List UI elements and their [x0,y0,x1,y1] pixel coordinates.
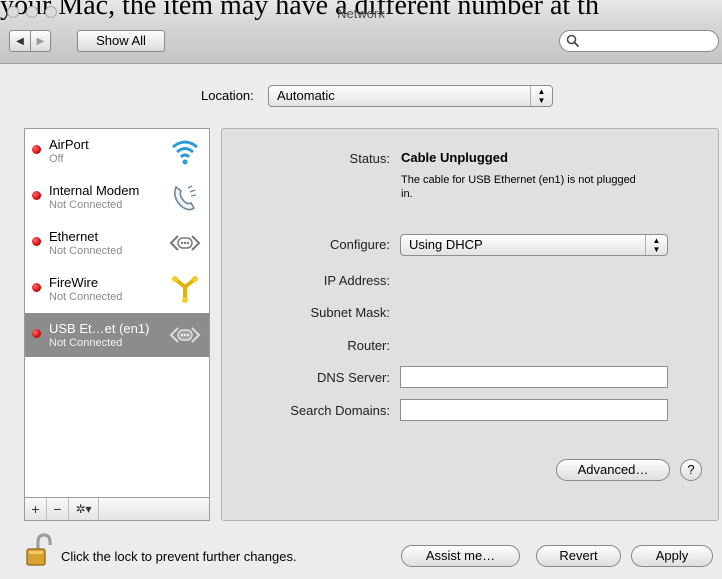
status-dot-icon [32,283,41,292]
service-item-airport[interactable]: AirPort Off [25,129,209,173]
service-list-controls: + − ✲▾ [24,497,210,521]
status-label: Status: [349,151,390,166]
service-item-usb-ethernet[interactable]: USB Et…et (en1) Not Connected [25,313,209,357]
search-icon [566,34,580,48]
phone-icon [174,185,197,211]
show-all-button[interactable]: Show All [77,30,165,52]
advanced-button[interactable]: Advanced… [556,459,670,481]
popup-arrows-icon: ▲ ▼ [530,86,552,106]
configure-value: Using DHCP [409,237,483,252]
dns-server-field[interactable] [400,366,668,388]
apply-button[interactable]: Apply [631,545,713,567]
service-item-internal-modem[interactable]: Internal Modem Not Connected [25,175,209,219]
status-description: The cable for USB Ethernet (en1) is not … [401,174,636,200]
lock-message: Click the lock to prevent further change… [61,549,297,564]
ip-address-label: IP Address: [323,273,390,288]
service-name: AirPort [49,137,89,152]
add-service-button[interactable]: + [25,498,47,520]
search-field[interactable] [559,30,719,52]
service-list: AirPort Off Internal Modem Not Connected… [24,128,210,521]
back-button[interactable]: ◀ [10,31,30,51]
gear-icon[interactable]: ✲▾ [69,498,99,520]
status-dot-icon [32,237,41,246]
service-name: FireWire [49,275,99,290]
dns-server-label: DNS Server: [317,370,390,385]
status-dot-icon [32,145,41,154]
forward-button[interactable]: ▶ [30,31,50,51]
search-domains-field[interactable] [400,399,668,421]
subnet-mask-label: Subnet Mask: [310,305,391,320]
service-item-firewire[interactable]: FireWire Not Connected [25,267,209,311]
service-status: Not Connected [49,199,123,211]
location-value: Automatic [277,88,335,103]
service-name: Internal Modem [49,183,140,198]
nav-segment: ◀ ▶ [9,30,51,52]
remove-service-button[interactable]: − [47,498,69,520]
assist-me-button[interactable]: Assist me… [401,545,520,567]
popup-arrows-icon: ▲ ▼ [645,235,667,255]
status-value: Cable Unplugged [401,150,508,165]
lock-icon[interactable] [24,533,54,569]
status-dot-icon [32,191,41,200]
service-status: Not Connected [49,291,123,303]
service-status: Off [49,153,64,165]
status-dot-icon [32,329,41,338]
configure-popup[interactable]: Using DHCP ▲ ▼ [400,234,668,256]
service-status: Not Connected [49,245,123,257]
location-popup[interactable]: Automatic ▲ ▼ [268,85,553,107]
location-label: Location: [201,88,254,103]
service-name: USB Et…et (en1) [49,321,150,336]
configure-label: Configure: [330,237,390,252]
service-status: Not Connected [49,337,123,349]
router-label: Router: [347,338,390,353]
revert-button[interactable]: Revert [536,545,621,567]
search-domains-label: Search Domains: [290,403,390,418]
service-item-ethernet[interactable]: Ethernet Not Connected [25,221,209,265]
service-name: Ethernet [49,229,99,244]
window-title: Network [337,6,385,21]
toolbar: ◀ ▶ Show All [0,24,722,64]
help-button[interactable]: ? [680,459,702,481]
